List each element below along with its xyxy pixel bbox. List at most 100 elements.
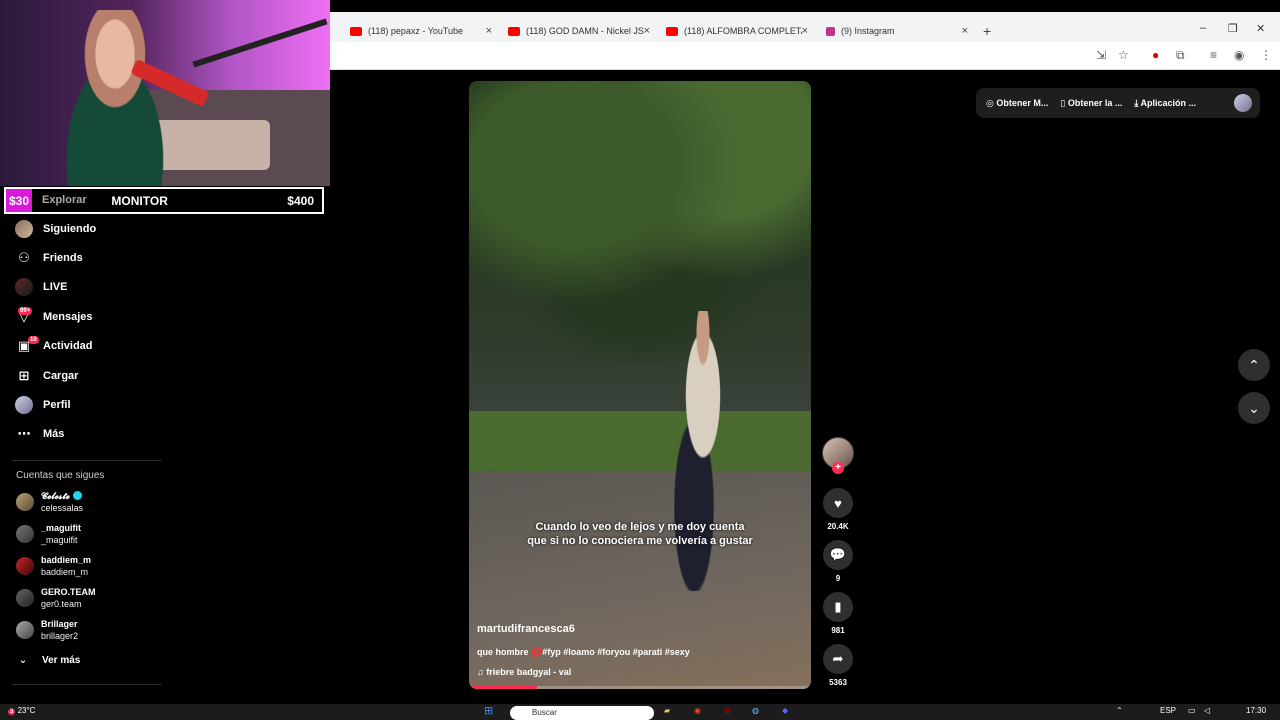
install-icon[interactable]: ⇲ (1096, 48, 1106, 62)
activity-badge: 10 (28, 336, 39, 344)
close-tab-icon[interactable]: × (962, 25, 968, 37)
follow-button[interactable]: + (832, 462, 844, 474)
avatar (16, 621, 34, 639)
account-handle: celessalas (41, 503, 84, 513)
sidebar-item-label: LIVE (43, 281, 68, 293)
more-icon: ⋯ (17, 426, 31, 441)
volume-icon[interactable]: ◁ (1204, 706, 1210, 715)
desktop-app-label: Aplicación ... (1140, 97, 1197, 108)
video-player[interactable]: Cuando lo veo de lejos y me doy cuenta q… (469, 81, 811, 689)
sidebar-item-label: Siguiendo (43, 223, 97, 235)
sidebar-item-label: Cargar (43, 370, 79, 382)
chrome-icon[interactable]: ◉ (694, 706, 701, 715)
comment-action[interactable]: 💬 9 (822, 540, 854, 583)
next-video-button[interactable]: ⌄ (1238, 392, 1270, 424)
network-icon[interactable]: ▭ (1188, 706, 1196, 715)
chevron-down-icon: ⌄ (1248, 399, 1260, 416)
like-action[interactable]: ♥ 20.4K (822, 488, 854, 531)
bookmark-icon[interactable]: ▮ (823, 592, 853, 622)
account-name: 𝓒𝓮𝓵𝓮𝓼𝓽𝓮 (41, 491, 70, 501)
account-handle: ger0.team (41, 599, 82, 609)
avatar (16, 557, 34, 575)
opera-icon[interactable]: ◎ (724, 706, 731, 715)
friends-icon: ⚇ (18, 250, 30, 265)
desktop-app-button[interactable]: ⤓ Aplicación ... (1134, 98, 1196, 109)
followed-account[interactable]: 𝓒𝓮𝓵𝓮𝓼𝓽𝓮 celessalas (16, 488, 83, 516)
save-action[interactable]: ▮ 981 (822, 592, 854, 635)
share-count: 5363 (829, 678, 847, 687)
close-window-icon[interactable]: ✕ (1256, 22, 1265, 35)
tab-title: (118) pepaxz - YouTube (368, 26, 464, 36)
sidebar-item-upload[interactable]: ⊞ Cargar (14, 364, 79, 388)
followed-account[interactable]: Brillager brillager2 (16, 616, 78, 644)
followed-account[interactable]: GERO.TEAM ger0.team (16, 584, 96, 612)
video-progress-bar[interactable] (469, 686, 811, 689)
goal-progress: $30 (6, 189, 32, 212)
video-caption: Cuando lo veo de lejos y me doy cuenta q… (527, 521, 753, 547)
browser-tab-active[interactable]: (9) Instagram × (826, 20, 968, 42)
video-trees (469, 81, 811, 361)
profile-icon[interactable]: ◉ (1234, 48, 1244, 62)
get-coins-button[interactable]: ◎ Obtener M... (986, 98, 1048, 109)
minimize-icon[interactable]: – (1200, 22, 1206, 34)
sidebar-item-label: Actividad (43, 340, 93, 352)
address-bar[interactable]: ⇲ ☆ ● ⧉ ≡ ◉ ⋮ (330, 42, 1280, 70)
account-handle: baddiem_m (41, 567, 89, 577)
previous-video-button[interactable]: ⌃ (1238, 349, 1270, 381)
windows-start-icon[interactable]: ⊞ (484, 704, 493, 717)
close-tab-icon[interactable]: × (486, 25, 492, 37)
video-username[interactable]: martudifrancesca6 (477, 623, 575, 635)
steam-icon[interactable]: ◍ (752, 706, 759, 715)
user-avatar[interactable] (1234, 94, 1252, 112)
video-music[interactable]: ♫ friebre badgyal - val (477, 667, 571, 677)
sidebar-item-following[interactable]: Siguiendo (14, 217, 96, 241)
file-explorer-icon[interactable]: ▰ (664, 706, 670, 715)
tray-chevron-icon[interactable]: ⌃ (1116, 706, 1123, 715)
new-tab-button[interactable]: + (983, 23, 991, 39)
close-tab-icon[interactable]: × (802, 25, 808, 37)
reading-list-icon[interactable]: ≡ (1210, 48, 1217, 62)
get-app-button[interactable]: ▯ Obtener la ... (1060, 98, 1122, 109)
browser-tab[interactable]: (118) pepaxz - YouTube × (350, 20, 492, 42)
sidebar-item-explore[interactable]: Explorar (42, 188, 87, 212)
opera-extension-icon[interactable]: ● (1152, 48, 1159, 62)
account-name: baddiem_m (41, 555, 92, 565)
bookmark-star-icon[interactable]: ☆ (1118, 48, 1129, 62)
browser-tab[interactable]: (118) ALFOMBRA COMPLETA de × (666, 20, 808, 42)
sidebar-item-live[interactable]: LIVE (14, 275, 67, 299)
comment-icon[interactable]: 💬 (823, 540, 853, 570)
menu-icon[interactable]: ⋮ (1260, 48, 1272, 62)
heart-icon[interactable]: ♥ (823, 488, 853, 518)
followed-account[interactable]: baddiem_m baddiem_m (16, 552, 91, 580)
taskbar-search[interactable]: Buscar (510, 706, 654, 720)
see-more-link[interactable]: ⌄ Ver más (16, 648, 81, 672)
weather-widget[interactable]: 3 23°C (8, 706, 35, 716)
sidebar-item-messages[interactable]: ▽ 99+ Mensajes (14, 305, 93, 329)
extensions-icon[interactable]: ⧉ (1176, 48, 1185, 63)
share-action[interactable]: ➦ 5363 (822, 644, 854, 687)
sidebar-item-label: Friends (43, 252, 83, 264)
following-avatar (15, 220, 33, 238)
share-icon[interactable]: ➦ (823, 644, 853, 674)
mic-arm (192, 18, 328, 68)
tab-title: (118) GOD DAMN - Nickel JS | C (526, 26, 644, 36)
get-coins-label: Obtener M... (996, 97, 1049, 108)
discord-icon[interactable]: ◆ (782, 706, 788, 715)
sidebar-item-friends[interactable]: ⚇ Friends (14, 246, 83, 270)
language-indicator[interactable]: ESP (1160, 706, 1176, 715)
youtube-icon (508, 26, 520, 36)
sidebar-item-profile[interactable]: Perfil (14, 393, 71, 417)
clock[interactable]: 17:30 (1246, 706, 1266, 715)
like-count: 20.4K (827, 522, 849, 531)
goal-target: $400 (287, 193, 314, 208)
sidebar-item-more[interactable]: ⋯ Más (14, 422, 65, 446)
browser-tab[interactable]: (118) GOD DAMN - Nickel JS | C × (508, 20, 650, 42)
upload-icon: ⊞ (18, 368, 30, 383)
sidebar-item-activity[interactable]: ▣ 10 Actividad (14, 334, 93, 358)
followed-account[interactable]: _maguifit _maguifit (16, 520, 81, 548)
video-grass (469, 411, 811, 471)
close-tab-icon[interactable]: × (644, 25, 650, 37)
restore-icon[interactable]: ❐ (1228, 22, 1238, 35)
avatar (16, 493, 34, 511)
get-app-bar: ◎ Obtener M... ▯ Obtener la ... ⤓ Aplica… (976, 88, 1260, 118)
